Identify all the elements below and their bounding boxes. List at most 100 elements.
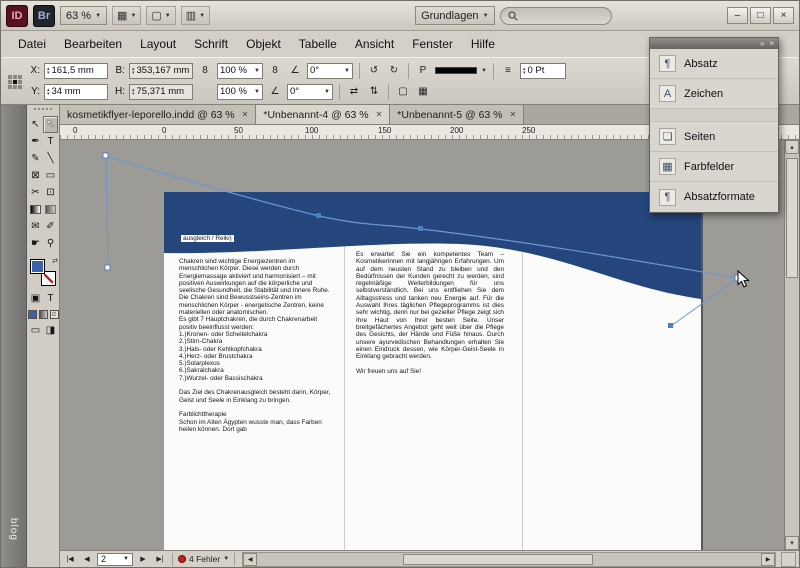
height-field[interactable]: ▴▾ 75,371 mm bbox=[129, 84, 193, 100]
vertical-scroll-thumb[interactable] bbox=[786, 158, 798, 278]
zoom-tool[interactable]: ⚲ bbox=[43, 235, 58, 252]
arrange-documents-button[interactable]: ▥ ▼ bbox=[181, 6, 210, 25]
text-column-2[interactable]: Es erwartet Sie ein kompetentes Team – K… bbox=[356, 251, 504, 375]
stepper-icon[interactable]: ▴▾ bbox=[132, 88, 135, 96]
menu-fenster[interactable]: Fenster bbox=[403, 33, 462, 55]
menu-tabelle[interactable]: Tabelle bbox=[290, 33, 346, 55]
preflight-error-count[interactable]: 4 Fehler bbox=[189, 554, 220, 564]
rotation-field[interactable]: 0° ▼ bbox=[307, 63, 353, 79]
eyedropper-tool[interactable]: ✐ bbox=[43, 218, 58, 235]
first-page-button[interactable]: |◀ bbox=[63, 555, 77, 563]
zoom-level-dropdown[interactable]: 63 % ▼ bbox=[60, 6, 107, 25]
menu-hilfe[interactable]: Hilfe bbox=[462, 33, 504, 55]
constrain-proportions-icon[interactable]: 8 bbox=[197, 63, 213, 79]
menu-layout[interactable]: Layout bbox=[131, 33, 185, 55]
maximize-button[interactable]: □ bbox=[750, 7, 771, 24]
menu-schrift[interactable]: Schrift bbox=[185, 33, 237, 55]
shear-field[interactable]: 0° ▼ bbox=[287, 84, 333, 100]
stepper-icon[interactable]: ▴▾ bbox=[523, 67, 526, 75]
close-button[interactable]: × bbox=[773, 7, 794, 24]
bridge-launch-icon[interactable]: Br bbox=[33, 5, 55, 27]
horizontal-scroll-thumb[interactable] bbox=[403, 554, 593, 565]
page-number-field[interactable]: 2 ▼ bbox=[97, 553, 133, 566]
stepper-icon[interactable]: ▴▾ bbox=[47, 88, 50, 96]
vertical-scrollbar[interactable]: ▴ ▾ bbox=[784, 140, 799, 550]
story-direction-indicator[interactable]: P bbox=[415, 63, 431, 79]
workspace-switcher[interactable]: Grundlagen ▼ bbox=[415, 6, 494, 25]
toolbox-grip[interactable] bbox=[34, 108, 52, 112]
scale-y-field[interactable]: 100 % ▼ bbox=[217, 84, 263, 100]
pen-tool[interactable]: ✒ bbox=[28, 133, 43, 150]
flip-horizontal-icon[interactable]: ⇄ bbox=[346, 84, 362, 100]
link-scale-icon[interactable]: 8 bbox=[267, 63, 283, 79]
rectangle-tool[interactable]: ▭ bbox=[43, 167, 58, 184]
scissors-tool[interactable]: ✂ bbox=[28, 184, 43, 201]
text-fragment[interactable]: ausgleich / Reiki) bbox=[181, 235, 234, 242]
stepper-icon[interactable]: ▴▾ bbox=[132, 67, 135, 75]
gradient-tool[interactable] bbox=[28, 201, 43, 218]
left-panel-dock[interactable]: blog bbox=[1, 105, 27, 567]
anchor-point[interactable] bbox=[103, 153, 108, 158]
previous-page-button[interactable]: ◀ bbox=[80, 555, 94, 563]
view-options-button[interactable]: ▦ ▼ bbox=[112, 6, 141, 25]
stepper-icon[interactable]: ▴▾ bbox=[47, 67, 50, 75]
horizontal-scrollbar[interactable]: ◀ ▶ bbox=[242, 552, 776, 567]
scroll-down-icon[interactable]: ▾ bbox=[785, 536, 799, 550]
scroll-left-icon[interactable]: ◀ bbox=[243, 553, 257, 566]
line-tool[interactable]: ╲ bbox=[43, 150, 58, 167]
close-tab-icon[interactable]: ✕ bbox=[510, 110, 517, 119]
apply-none-button[interactable]: ∅ bbox=[50, 310, 59, 319]
stroke-weight-field[interactable]: ▴▾ 0 Pt bbox=[520, 63, 566, 79]
select-container-icon[interactable]: ▢ bbox=[395, 84, 411, 100]
panel-item-farbfelder[interactable]: ▦ Farbfelder bbox=[650, 152, 778, 182]
gradient-feather-tool[interactable] bbox=[43, 201, 58, 218]
screen-mode-button[interactable]: ▢ ▼ bbox=[146, 6, 175, 25]
direct-selection-tool[interactable]: ↖ bbox=[43, 116, 58, 133]
pencil-tool[interactable]: ✎ bbox=[28, 150, 43, 167]
rotate-cw-icon[interactable]: ↻ bbox=[386, 63, 402, 79]
menu-objekt[interactable]: Objekt bbox=[237, 33, 290, 55]
fill-color-swatch[interactable] bbox=[30, 259, 45, 274]
width-field[interactable]: ▴▾ 353,167 mm bbox=[129, 63, 193, 79]
resize-grip[interactable] bbox=[781, 552, 796, 567]
text-column-1[interactable]: Chakren sind wichtige Energiezentren im … bbox=[179, 258, 331, 433]
close-panel-icon[interactable]: × bbox=[769, 40, 774, 48]
selection-tool[interactable]: ↖ bbox=[28, 116, 43, 133]
panel-item-seiten[interactable]: ❏ Seiten bbox=[650, 122, 778, 152]
formatting-affects-text-button[interactable]: T bbox=[43, 290, 58, 307]
hand-tool[interactable]: ☛ bbox=[28, 235, 43, 252]
y-position-field[interactable]: ▴▾ 34 mm bbox=[44, 84, 108, 100]
anchor-point[interactable] bbox=[105, 265, 110, 270]
normal-view-button[interactable]: ▭ bbox=[28, 322, 43, 339]
chevron-down-icon[interactable]: ▼ bbox=[223, 556, 229, 562]
tab-unbenannt-5[interactable]: *Unbenannt-5 @ 63 % ✕ bbox=[390, 105, 524, 124]
panel-item-absatz[interactable]: ¶ Absatz bbox=[650, 49, 778, 79]
preview-view-button[interactable]: ◨ bbox=[43, 322, 58, 339]
close-tab-icon[interactable]: ✕ bbox=[376, 110, 383, 119]
flip-vertical-icon[interactable]: ⇅ bbox=[366, 84, 382, 100]
apply-gradient-button[interactable] bbox=[39, 310, 48, 319]
reference-point-selector[interactable] bbox=[8, 75, 22, 89]
menu-datei[interactable]: Datei bbox=[9, 33, 55, 55]
apply-color-button[interactable] bbox=[28, 310, 37, 319]
tab-kosmetikflyer[interactable]: kosmetikflyer-leporello.indd @ 63 % ✕ bbox=[60, 105, 256, 124]
close-tab-icon[interactable]: ✕ bbox=[242, 110, 249, 119]
free-transform-tool[interactable]: ⊡ bbox=[43, 184, 58, 201]
menu-bearbeiten[interactable]: Bearbeiten bbox=[55, 33, 131, 55]
formatting-affects-container-button[interactable]: ▣ bbox=[28, 290, 43, 307]
last-page-button[interactable]: ▶| bbox=[153, 555, 167, 563]
select-content-icon[interactable]: ▦ bbox=[415, 84, 431, 100]
type-tool[interactable]: T bbox=[43, 133, 58, 150]
swap-fill-stroke-icon[interactable]: ⇄ bbox=[52, 257, 58, 265]
rotate-ccw-icon[interactable]: ↺ bbox=[366, 63, 382, 79]
frame-tool[interactable]: ⊠ bbox=[28, 167, 43, 184]
search-input[interactable] bbox=[500, 7, 612, 25]
document-page[interactable]: ausgleich / Reiki) Chakren sind wichtige… bbox=[164, 192, 701, 550]
next-page-button[interactable]: ▶ bbox=[136, 555, 150, 563]
menu-ansicht[interactable]: Ansicht bbox=[346, 33, 403, 55]
note-tool[interactable]: ✉ bbox=[28, 218, 43, 235]
tab-unbenannt-4[interactable]: *Unbenannt-4 @ 63 % ✕ bbox=[256, 105, 390, 124]
panel-item-zeichen[interactable]: A Zeichen bbox=[650, 79, 778, 109]
scroll-up-icon[interactable]: ▴ bbox=[785, 140, 799, 154]
x-position-field[interactable]: ▴▾ 161,5 mm bbox=[44, 63, 108, 79]
